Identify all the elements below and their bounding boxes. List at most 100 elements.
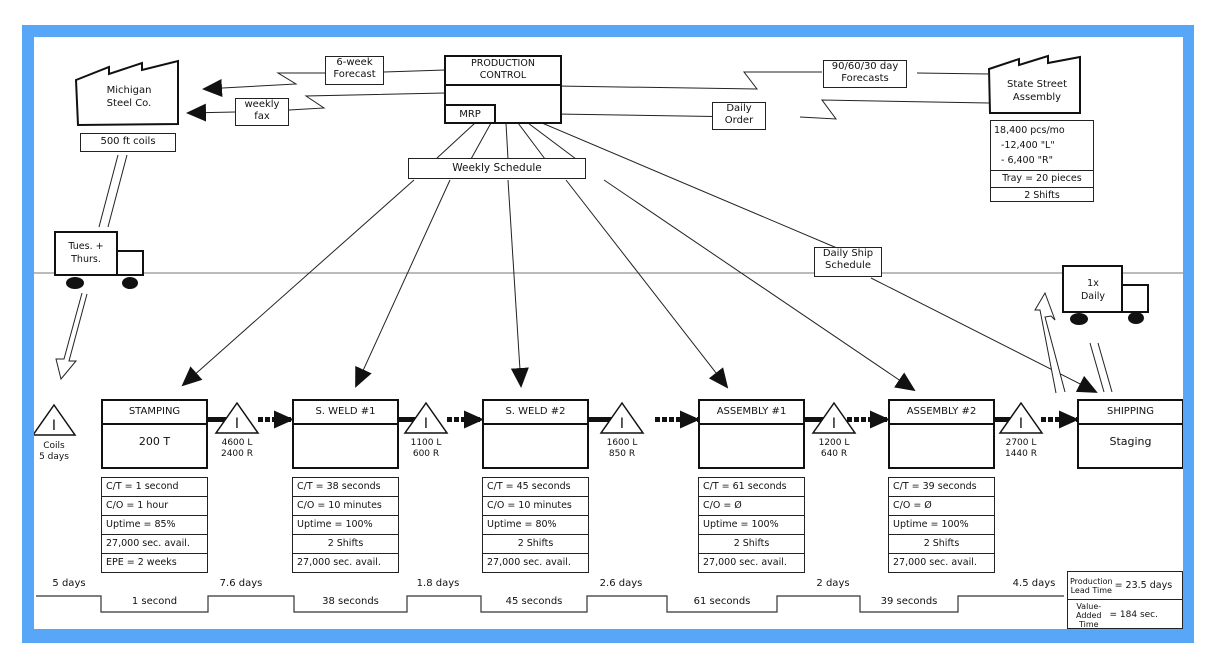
process-data-box: C/T = 61 seconds C/O = Ø Uptime = 100% 2 Sh… <box>698 477 805 573</box>
forecast-customer-box: 90/60/30 day Forecasts <box>823 60 907 88</box>
inventory-label: 1600 L 850 R <box>592 438 652 460</box>
value-added-value: = 184 sec. <box>1109 610 1158 620</box>
process-data-box: C/T = 1 second C/O = 1 hour Uptime = 85% 27… <box>101 477 208 573</box>
push-arrow-icon <box>995 410 1079 429</box>
timeline-wait-time: 7.6 days <box>219 578 263 589</box>
fax-supplier-box: weekly fax <box>235 98 289 126</box>
forecast-customer-line1: 90/60/30 day <box>831 61 899 72</box>
customer-tray-size: Tray = 20 pieces <box>991 171 1093 188</box>
inventory-label-line2: 640 R <box>820 449 848 459</box>
forecast-from-customer-line <box>487 71 990 95</box>
fax-supplier-line1: weekly <box>244 99 280 110</box>
process-name: ASSEMBLY #1 <box>700 401 803 425</box>
customer-name-line2: Assembly <box>1012 92 1062 103</box>
customer-demand-left: -12,400 "L" <box>1001 140 1055 151</box>
forecast-supplier-line2: Forecast <box>333 69 376 80</box>
process-data-row: C/O = 10 minutes <box>483 497 588 516</box>
supplier-name-line1: Michigan <box>106 85 152 96</box>
customer-info-box: 18,400 pcs/mo -12,400 "L" - 6,400 "R" Tr… <box>990 120 1094 202</box>
summary-box: Production Lead Time = 23.5 days Value- … <box>1067 571 1183 629</box>
customer-demand-right: - 6,400 "R" <box>1001 155 1054 166</box>
daily-ship-schedule-box: Daily Ship Schedule <box>814 247 882 277</box>
value-stream-map: I I I I I I Michigan Steel Co. 500 ft coils T… <box>34 37 1183 629</box>
inventory-label-line1: 2700 L <box>1005 438 1037 448</box>
supplier-info-box: 500 ft coils <box>80 133 176 152</box>
order-customer-line2: Order <box>724 115 754 126</box>
process-data-row: 27,000 sec. avail. <box>699 554 804 573</box>
inventory-label-line2: 5 days <box>39 452 69 462</box>
inventory-label-line1: 1600 L <box>606 438 638 448</box>
mrp-box: MRP <box>446 104 496 124</box>
customer-demand: 18,400 pcs/mo -12,400 "L" - 6,400 "R" <box>991 121 1093 171</box>
inventory-symbol: I <box>52 418 56 434</box>
timeline-wait-time: 4.5 days <box>1012 578 1056 589</box>
customer-shifts: 2 Shifts <box>1024 190 1060 201</box>
process-box: ASSEMBLY #1 <box>698 399 805 469</box>
daily-ship-line1: Daily Ship <box>822 248 874 259</box>
customer-truck-line2: Daily <box>1080 291 1106 302</box>
process-data-box: C/T = 45 seconds C/O = 10 minutes Uptime =… <box>482 477 589 573</box>
supplier-name-line2: Steel Co. <box>106 98 152 109</box>
process-data-row: 2 Shifts <box>483 535 588 554</box>
process-body <box>700 425 803 435</box>
process-data-row: EPE = 2 weeks <box>102 554 207 573</box>
timeline-wait-time: 2.6 days <box>599 578 643 589</box>
value-added-label: Value- Added Time <box>1076 602 1102 629</box>
process-data-row: 2 Shifts <box>699 535 804 554</box>
inventory-symbol: I <box>832 416 836 432</box>
process-data-row: C/O = Ø <box>889 497 994 516</box>
process-data-row: 27,000 sec. avail. <box>102 535 207 554</box>
lead-time-label-line1: Production <box>1070 576 1113 586</box>
timeline-process-time: 1 second <box>131 596 178 607</box>
customer-truck-line1: 1x <box>1087 278 1099 289</box>
process-box: S. WELD #1 <box>292 399 399 469</box>
timeline-process-time: 45 seconds <box>505 596 563 607</box>
inventory-symbol: I <box>235 416 239 432</box>
process-data-row: Uptime = 100% <box>889 516 994 535</box>
process-data-row: 2 Shifts <box>293 535 398 554</box>
process-data-row: C/T = 61 seconds <box>699 478 804 497</box>
process-data-row: C/O = 10 minutes <box>293 497 398 516</box>
inventory-symbol: I <box>424 416 428 432</box>
process-data-row: 27,000 sec. avail. <box>293 554 398 573</box>
forecast-supplier-line1: 6-week <box>336 57 373 68</box>
inventory-label: 1200 L 640 R <box>804 438 864 460</box>
process-data-row: 27,000 sec. avail. <box>483 554 588 573</box>
value-added-label-line2: Added <box>1076 610 1102 620</box>
inventory-symbol: I <box>1019 416 1023 432</box>
inventory-label-line2: 850 R <box>608 449 636 459</box>
fax-to-supplier-line <box>186 92 446 122</box>
lead-time-label-line2: Lead Time <box>1070 585 1112 595</box>
process-data-row: 27,000 sec. avail. <box>889 554 994 573</box>
supplier-truck-line2: Thurs. <box>71 254 101 265</box>
timeline-wait-time: 5 days <box>52 578 86 589</box>
process-data-row: C/O = Ø <box>699 497 804 516</box>
process-data-row: C/T = 1 second <box>102 478 207 497</box>
process-name: S. WELD #1 <box>294 401 397 425</box>
timeline-process-time: 61 seconds <box>693 596 751 607</box>
process-data-box: C/T = 38 seconds C/O = 10 minutes Uptime =… <box>292 477 399 573</box>
inventory-triangle-icon: I <box>34 403 77 436</box>
fax-supplier-line2: fax <box>254 111 270 122</box>
production-control-line2: CONTROL <box>479 70 527 81</box>
process-data-box: C/T = 39 seconds C/O = Ø Uptime = 100% 2 Sh… <box>888 477 995 573</box>
inventory-label-line2: 600 R <box>412 449 440 459</box>
push-arrow-icon <box>589 410 700 429</box>
customer-name: State Street Assembly <box>994 78 1080 104</box>
lead-time-value: = 23.5 days <box>1114 580 1173 591</box>
customer-demand-total: 18,400 pcs/mo <box>994 125 1065 136</box>
process-name: SHIPPING <box>1079 401 1182 425</box>
inventory-label-line1: 1100 L <box>410 438 442 448</box>
process-name: S. WELD #2 <box>484 401 587 425</box>
inventory-symbol: I <box>620 416 624 432</box>
process-box: SHIPPING Staging <box>1077 399 1183 469</box>
process-body: Staging <box>1109 435 1152 448</box>
production-control-header: PRODUCTION CONTROL <box>446 57 560 86</box>
process-box: STAMPING 200 T <box>101 399 208 469</box>
process-data-row: Uptime = 80% <box>483 516 588 535</box>
daily-ship-line2: Schedule <box>825 260 871 271</box>
value-added-label-line1: Value- <box>1076 601 1102 611</box>
forecast-customer-line2: Forecasts <box>841 73 889 84</box>
process-data-row: C/T = 45 seconds <box>483 478 588 497</box>
lead-time-row: Production Lead Time = 23.5 days <box>1068 572 1182 600</box>
